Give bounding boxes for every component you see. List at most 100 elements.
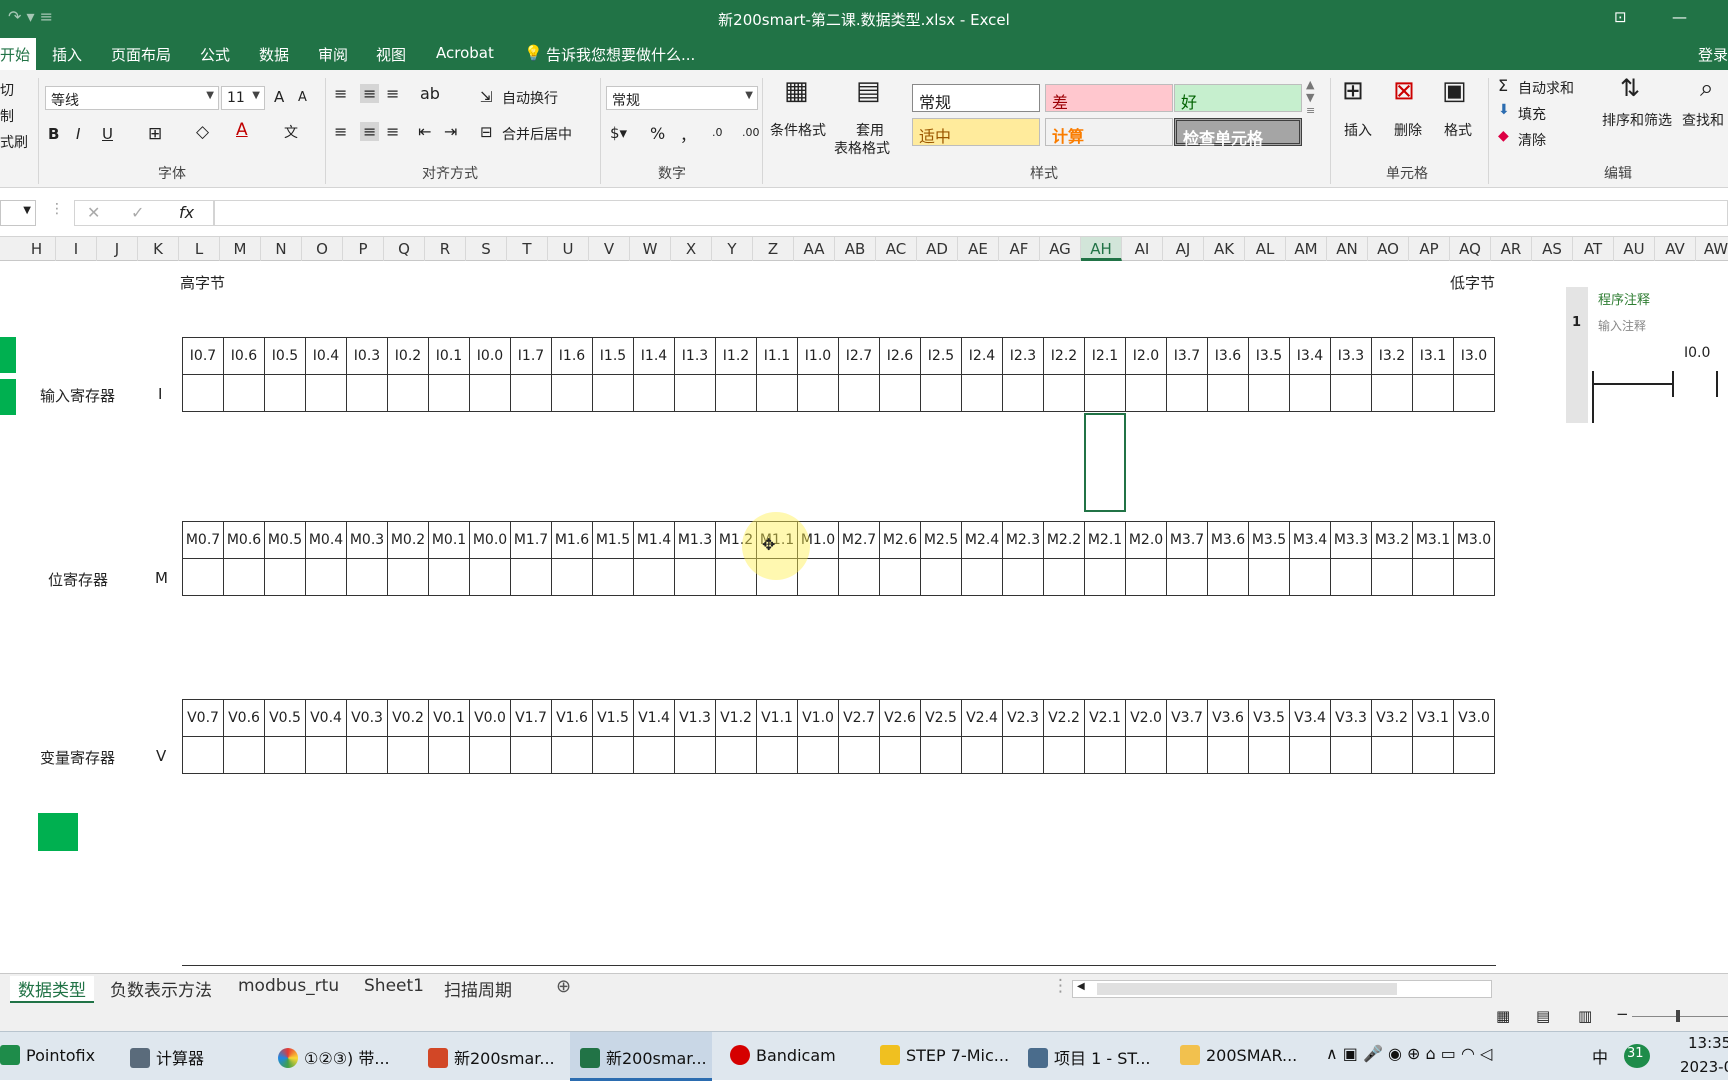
style-check-cell[interactable]: 检查单元格 [1174,118,1302,148]
taskbar-item-folder[interactable]: 200SMAR... [1180,1032,1312,1081]
m-bit-cell[interactable]: M2.3 [1002,521,1044,559]
input-bit-cell[interactable]: I2.6 [879,337,921,375]
clear-button[interactable]: 清除 [1518,130,1546,150]
tab-home[interactable]: 开始 [0,38,37,70]
v-value-cell[interactable] [387,736,429,774]
input-bit-cell[interactable]: I3.6 [1207,337,1249,375]
v-value-cell[interactable] [756,736,798,774]
column-header-l[interactable]: L [179,237,220,261]
m-value-cell[interactable] [592,558,634,596]
column-header-h[interactable]: H [18,237,56,261]
v-bit-cell[interactable]: V2.4 [961,699,1003,737]
style-neutral[interactable]: 适中 [912,118,1040,146]
input-bit-cell[interactable]: I0.2 [387,337,429,375]
v-bit-cell[interactable]: V0.7 [182,699,224,737]
v-value-cell[interactable] [674,736,716,774]
v-value-cell[interactable] [715,736,757,774]
column-header-ai[interactable]: AI [1122,237,1163,261]
column-header-aa[interactable]: AA [794,237,835,261]
merge-center-button[interactable]: 合并后居中 [502,124,572,144]
v-bit-cell[interactable]: V1.4 [633,699,675,737]
input-value-cell[interactable] [592,374,634,412]
column-header-s[interactable]: S [466,237,507,261]
m-bit-cell[interactable]: M0.6 [223,521,265,559]
font-size-select[interactable]: 11 ▼ [221,86,265,110]
v-bit-cell[interactable]: V2.1 [1084,699,1126,737]
v-bit-cell[interactable]: V1.7 [510,699,552,737]
tab-acrobat[interactable]: Acrobat [436,44,494,62]
input-value-cell[interactable] [264,374,306,412]
v-bit-cell[interactable]: V0.3 [346,699,388,737]
input-value-cell[interactable] [1248,374,1290,412]
input-bit-cell[interactable]: I3.3 [1330,337,1372,375]
taskbar-item-bandicam[interactable]: Bandicam [730,1032,850,1081]
v-bit-cell[interactable]: V1.5 [592,699,634,737]
input-value-cell[interactable] [510,374,552,412]
input-value-cell[interactable] [1207,374,1249,412]
column-header-ar[interactable]: AR [1491,237,1532,261]
format-cells-button[interactable]: 格式 [1444,120,1472,140]
align-right-icon[interactable]: ≡ [386,122,399,141]
font-color-icon[interactable]: A [236,120,248,140]
enter-icon[interactable]: ✓ [131,203,144,222]
column-header-al[interactable]: AL [1245,237,1286,261]
column-header-o[interactable]: O [302,237,343,261]
increase-decimal-icon[interactable]: .0 [712,126,723,139]
v-bit-cell[interactable]: V2.6 [879,699,921,737]
m-value-cell[interactable] [1330,558,1372,596]
input-value-cell[interactable] [1043,374,1085,412]
m-value-cell[interactable] [264,558,306,596]
scrollbar-thumb[interactable] [1097,983,1397,995]
m-value-cell[interactable] [182,558,224,596]
input-bit-cell[interactable]: I1.0 [797,337,839,375]
v-value-cell[interactable] [1125,736,1167,774]
taskbar-item-browser[interactable]: ①②③) 带... [278,1032,406,1081]
fill-button[interactable]: 填充 [1518,104,1546,124]
column-header-ae[interactable]: AE [958,237,999,261]
number-format-select[interactable]: 常规 ▼ [606,86,758,110]
v-bit-cell[interactable]: V1.3 [674,699,716,737]
page-break-view-icon[interactable]: ▥ [1578,1007,1592,1025]
horizontal-scrollbar[interactable]: ◀ [1072,980,1492,998]
m-bit-cell[interactable]: M3.1 [1412,521,1454,559]
column-header-m[interactable]: M [220,237,261,261]
m-value-cell[interactable] [1084,558,1126,596]
m-value-cell[interactable] [1166,558,1208,596]
sheet-tab-data-types[interactable]: 数据类型 [10,976,94,1003]
input-bit-cell[interactable]: I2.7 [838,337,880,375]
v-bit-cell[interactable]: V2.7 [838,699,880,737]
sheet-tab-negative[interactable]: 负数表示方法 [110,976,212,1001]
input-value-cell[interactable] [674,374,716,412]
m-bit-cell[interactable]: M0.7 [182,521,224,559]
input-bit-cell[interactable]: I0.0 [469,337,511,375]
m-bit-cell[interactable]: M3.4 [1289,521,1331,559]
v-value-cell[interactable] [838,736,880,774]
sort-filter-button[interactable]: 排序和筛选 [1602,110,1672,130]
m-value-cell[interactable] [510,558,552,596]
login-link[interactable]: 登录 [1698,44,1728,65]
tab-review[interactable]: 审阅 [318,44,348,65]
format-painter-button[interactable]: 式刷 [0,132,28,152]
wrap-text-button[interactable]: 自动换行 [502,88,558,108]
decrease-indent-icon[interactable]: ⇤ [418,122,431,141]
tab-view[interactable]: 视图 [376,44,406,65]
selected-cell[interactable] [1084,413,1126,512]
contact-right[interactable] [1716,371,1718,397]
phonetic-icon[interactable]: 文 [284,122,298,142]
v-bit-cell[interactable]: V3.0 [1453,699,1495,737]
m-value-cell[interactable] [428,558,470,596]
v-bit-cell[interactable]: V3.3 [1330,699,1372,737]
taskbar-item-excel[interactable]: 新200smar... [570,1032,712,1081]
v-value-cell[interactable] [1289,736,1331,774]
column-header-u[interactable]: U [548,237,589,261]
clock-date[interactable]: 2023-02 [1680,1032,1728,1081]
italic-button[interactable]: I [76,125,80,143]
input-value-cell[interactable] [633,374,675,412]
m-value-cell[interactable] [1412,558,1454,596]
m-value-cell[interactable] [961,558,1003,596]
v-bit-cell[interactable]: V2.3 [1002,699,1044,737]
input-value-cell[interactable] [182,374,224,412]
m-value-cell[interactable] [920,558,962,596]
bold-button[interactable]: B [48,125,59,143]
input-bit-cell[interactable]: I1.6 [551,337,593,375]
